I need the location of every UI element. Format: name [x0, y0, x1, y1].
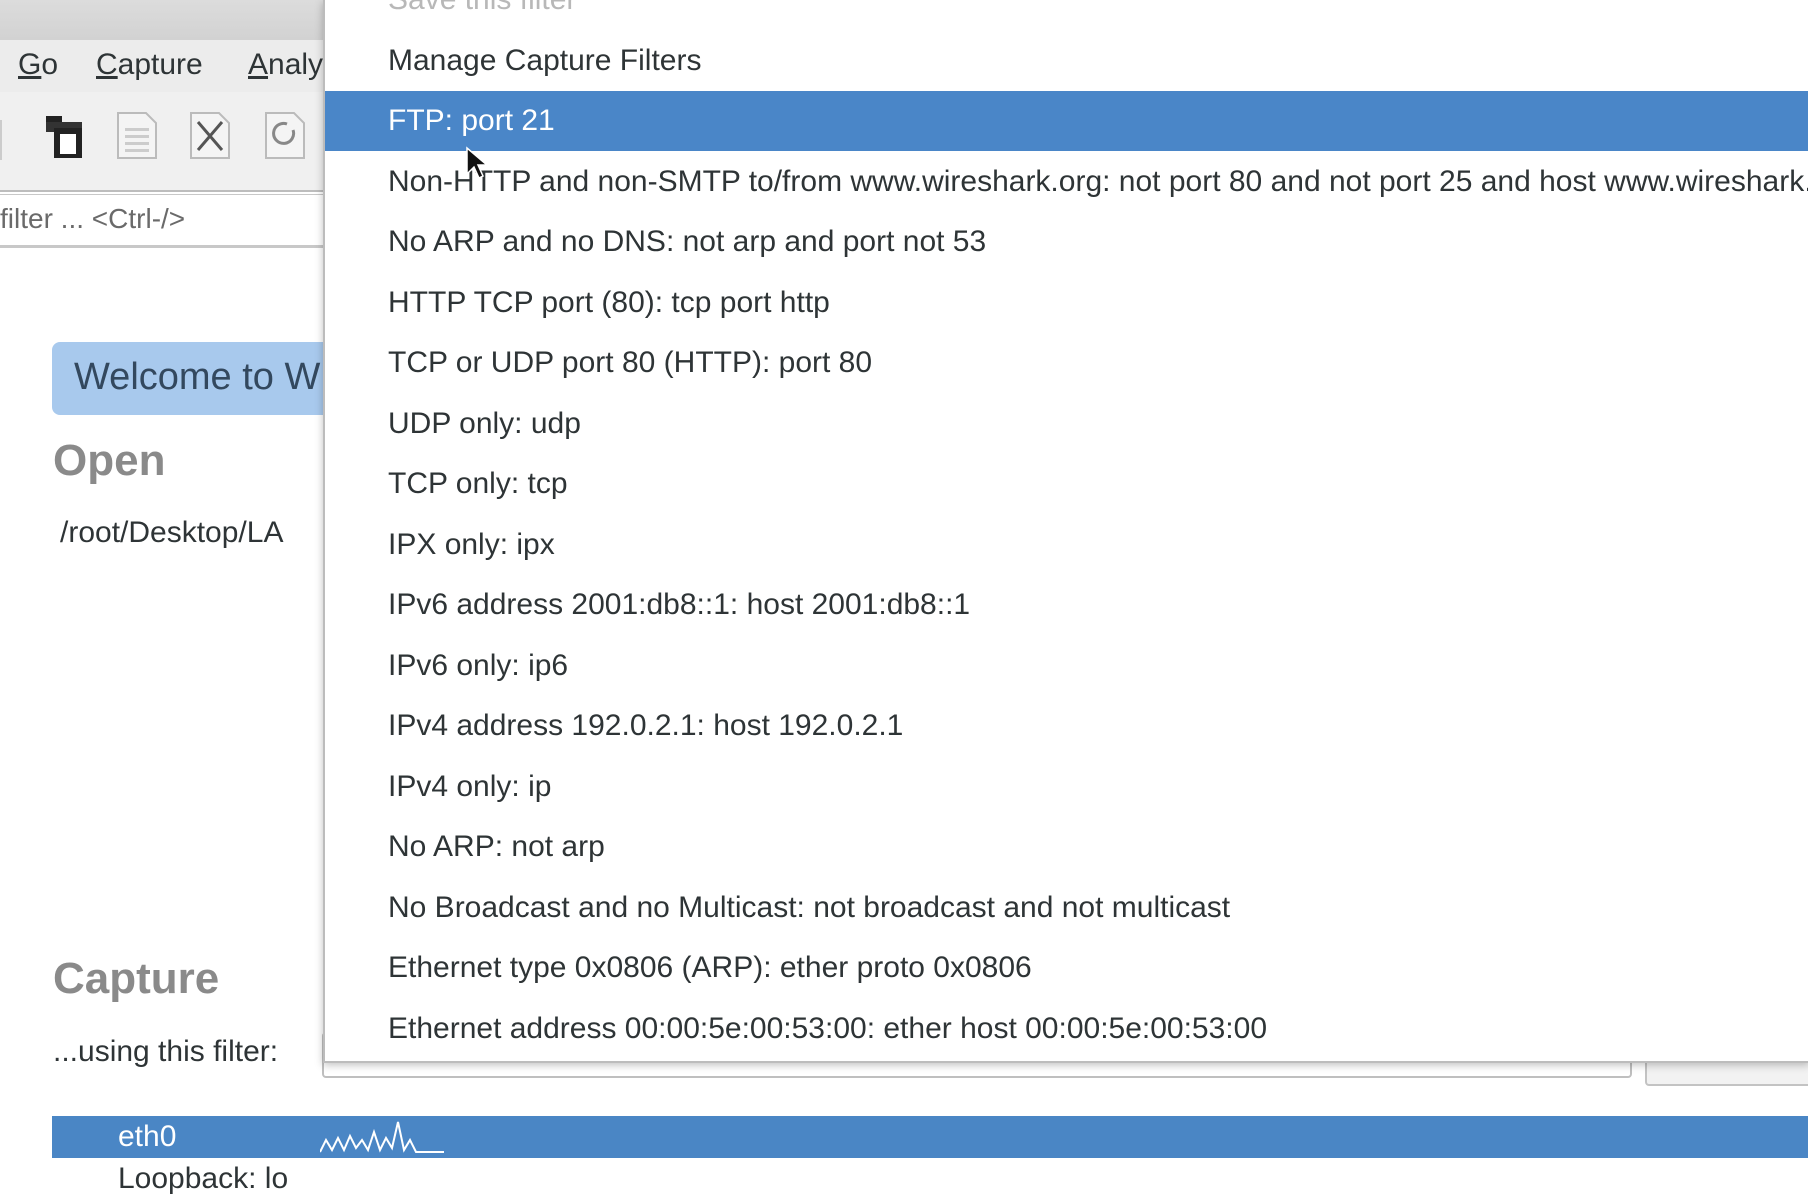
menu-item-filter[interactable]: No Broadcast and no Multicast: not broad…: [325, 878, 1808, 938]
menu-item-filter[interactable]: UDP only: udp: [325, 394, 1808, 454]
menu-item-filter[interactable]: IPX only: ipx: [325, 515, 1808, 575]
menu-item-label: UDP only: udp: [388, 406, 581, 440]
display-filter-placeholder: filter ... <Ctrl-/>: [0, 203, 186, 234]
using-filter-label: ...using this filter:: [53, 1035, 279, 1068]
toolbar-separator: [0, 120, 2, 160]
menu-item-label: Save this filter: [388, 0, 576, 30]
menu-item-label: Ethernet type 0x0806 (ARP): ether proto …: [388, 951, 1032, 984]
menu-item-filter[interactable]: IPv4 address 192.0.2.1: host 192.0.2.1: [325, 696, 1808, 756]
reload-file-icon[interactable]: [263, 110, 307, 160]
menu-item-filter[interactable]: IPv4 only: ip: [325, 757, 1808, 817]
menu-item-filter[interactable]: IPv6 address 2001:db8::1: host 2001:db8:…: [325, 575, 1808, 635]
menu-item-label: IPX only: ipx: [388, 527, 555, 561]
menu-item-label: IPv4 address 192.0.2.1: host 192.0.2.1: [388, 709, 904, 742]
menu-go[interactable]: Go: [18, 48, 58, 82]
menu-item-filter[interactable]: Manage Capture Filters: [325, 31, 1808, 91]
interface-row-loopback[interactable]: Loopback: lo: [118, 1162, 288, 1196]
menu-item-filter[interactable]: IPv6 only: ip6: [325, 636, 1808, 696]
menu-item-filter[interactable]: Ethernet type 0x0806 (ARP): ether proto …: [325, 938, 1808, 998]
capture-filter-menu: Save this filter Manage Capture Filters FT…: [323, 0, 1808, 1063]
menu-item-label: IPv6 address 2001:db8::1: host 2001:db8:…: [388, 588, 971, 621]
open-file-icon[interactable]: [42, 110, 86, 160]
close-file-icon[interactable]: [188, 110, 232, 160]
menu-item-label: TCP only: tcp: [388, 467, 568, 500]
menu-item-label: No ARP: not arp: [388, 830, 605, 863]
open-heading: Open: [53, 436, 166, 485]
menu-item-filter[interactable]: HTTP TCP port (80): tcp port http: [325, 273, 1808, 333]
menu-item-label: Manage Capture Filters: [388, 43, 702, 77]
menu-item-filter[interactable]: No ARP and no DNS: not arp and port not …: [325, 212, 1808, 272]
welcome-text: Welcome to W: [74, 356, 321, 398]
recent-file-link[interactable]: /root/Desktop/LA: [60, 516, 283, 550]
menu-analyze[interactable]: Analy: [248, 48, 323, 82]
menu-item-filter[interactable]: FTP: port 21: [325, 91, 1808, 151]
menu-item-filter[interactable]: Ethernet address 00:00:5e:00:53:00: ethe…: [325, 999, 1808, 1059]
menu-item-label: FTP: port 21: [388, 104, 555, 137]
menu-item-label: Ethernet address 00:00:5e:00:53:00: ethe…: [388, 1011, 1268, 1045]
capture-heading: Capture: [53, 954, 220, 1003]
menu-item-filter[interactable]: TCP or UDP port 80 (HTTP): port 80: [325, 333, 1808, 393]
menu-item-label: Non-HTTP and non-SMTP to/from www.wiresh…: [388, 164, 1808, 198]
menu-item-filter: Save this filter: [325, 0, 1808, 30]
menu-capture[interactable]: Capture: [96, 48, 203, 82]
menu-item-label: No Broadcast and no Multicast: not broad…: [388, 890, 1231, 924]
menu-item-label: TCP or UDP port 80 (HTTP): port 80: [388, 346, 873, 379]
menu-item-label: IPv6 only: ip6: [388, 648, 569, 682]
menu-item-label: HTTP TCP port (80): tcp port http: [388, 285, 830, 319]
menu-item-label: IPv4 only: ip: [388, 769, 552, 803]
interface-row-eth0[interactable]: eth0: [52, 1116, 1808, 1158]
menu-item-filter[interactable]: Non-HTTP and non-SMTP to/from www.wiresh…: [325, 152, 1808, 212]
save-file-icon[interactable]: [115, 110, 159, 160]
interface-name: eth0: [118, 1120, 177, 1153]
menu-item-filter[interactable]: TCP only: tcp: [325, 454, 1808, 514]
menu-item-filter[interactable]: No ARP: not arp: [325, 817, 1808, 877]
traffic-sparkline: [320, 1121, 444, 1153]
mouse-cursor-icon: [466, 146, 489, 180]
menu-item-label: No ARP and no DNS: not arp and port not …: [388, 225, 987, 258]
